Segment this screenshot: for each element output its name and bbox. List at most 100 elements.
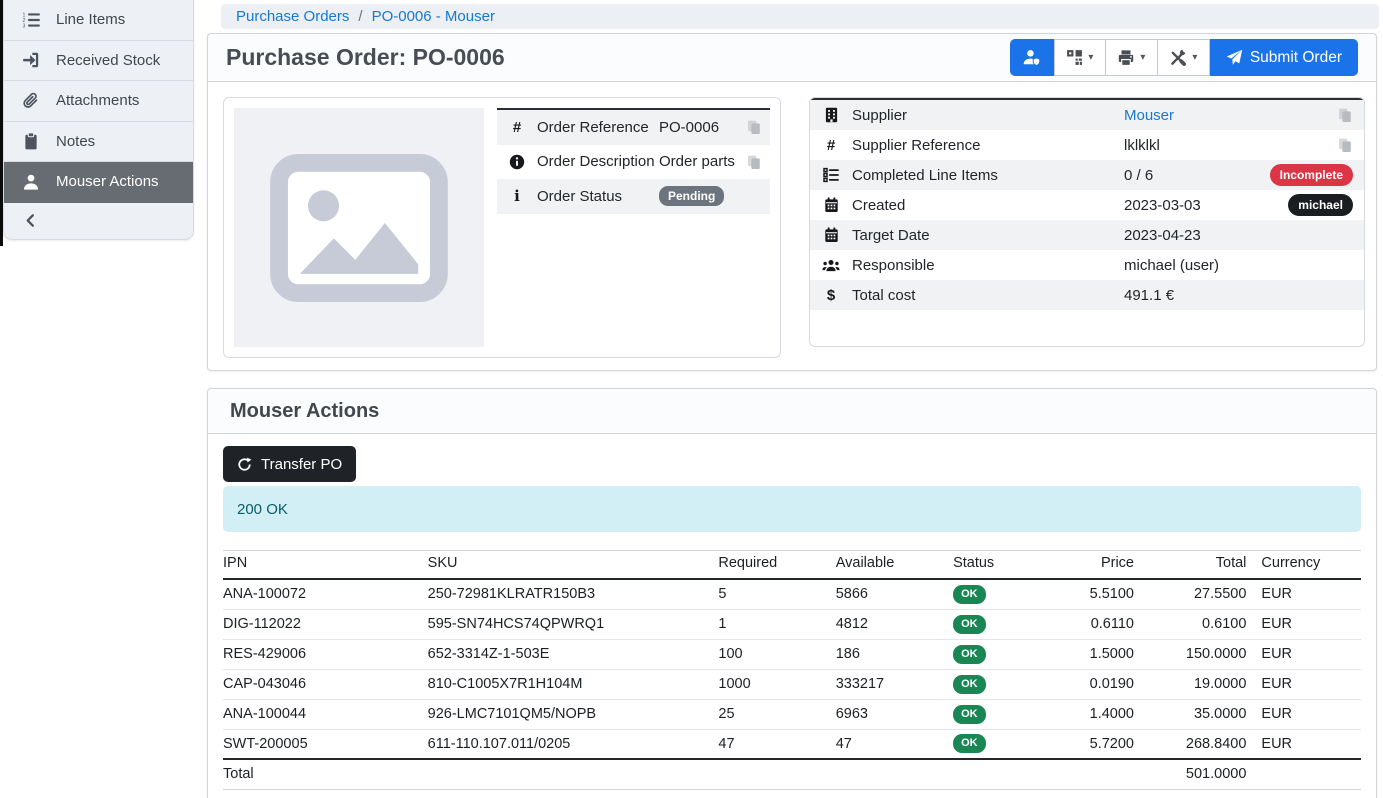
tools-icon	[1169, 49, 1187, 67]
supplier-details-table: Supplier Mouser # Supplier Reference lkl…	[810, 98, 1364, 310]
sidebar-item-received-stock[interactable]: Received Stock	[4, 41, 193, 82]
image-placeholder-icon	[270, 154, 448, 302]
rotate-right-icon	[237, 457, 252, 472]
user-roles-button[interactable]	[1010, 39, 1054, 76]
transfer-po-label: Transfer PO	[261, 456, 342, 473]
col-required: Required	[718, 551, 835, 580]
detail-row-total-cost: $ Total cost 491.1 €	[810, 280, 1364, 310]
detail-row-target-date: Target Date 2023-04-23	[810, 220, 1364, 250]
paperclip-icon	[21, 92, 41, 110]
user-shield-icon	[1022, 48, 1041, 67]
caret-down-icon: ▾	[1140, 53, 1145, 63]
sidebar-collapse-button[interactable]	[4, 203, 193, 239]
col-price: Price	[1043, 551, 1134, 580]
detail-row-order-status: i Order Status Pending	[497, 179, 770, 214]
incomplete-badge: Incomplete	[1270, 164, 1353, 186]
purchase-order-panel-header: Purchase Order: PO-0006 ▾ ▾	[208, 34, 1376, 82]
sidebar-item-attachments[interactable]: Attachments	[4, 81, 193, 122]
line-items-table: IPN SKU Required Available Status Price …	[223, 550, 1361, 790]
mouser-actions-panel: Mouser Actions Transfer PO 200 OK IPN SK…	[207, 388, 1377, 798]
col-status: Status	[953, 551, 1042, 580]
submit-order-button[interactable]: Submit Order	[1210, 39, 1358, 76]
part-thumbnail[interactable]	[234, 108, 484, 347]
col-total: Total	[1134, 551, 1246, 580]
order-actions-button[interactable]: ▾	[1158, 39, 1210, 76]
printer-icon	[1117, 49, 1135, 67]
detail-row-supplier-reference: # Supplier Reference lklklkl	[810, 130, 1364, 160]
sidebar-item-line-items[interactable]: 123 Line Items	[4, 0, 193, 41]
info-circle-icon	[497, 154, 537, 170]
status-badge: Pending	[659, 186, 724, 206]
table-row: ANA-100072 250-72981KLRATR150B3 5 5866 O…	[223, 579, 1361, 609]
clipboard-icon	[21, 132, 41, 150]
order-details-table: # Order Reference PO-0006 Order Descript…	[497, 108, 770, 214]
barcode-menu-button[interactable]: ▾	[1054, 39, 1106, 76]
supplier-details-box: Supplier Mouser # Supplier Reference lkl…	[809, 97, 1365, 347]
list-check-icon	[810, 167, 852, 183]
paper-plane-icon	[1226, 49, 1243, 66]
detail-row-order-reference: # Order Reference PO-0006	[497, 110, 770, 145]
breadcrumb-separator: /	[358, 8, 362, 25]
caret-down-icon: ▾	[1088, 53, 1093, 63]
purchase-order-panel: Purchase Order: PO-0006 ▾ ▾	[207, 33, 1377, 371]
detail-row-responsible: Responsible michael (user)	[810, 250, 1364, 280]
copy-icon[interactable]	[746, 119, 770, 135]
detail-row-supplier: Supplier Mouser	[810, 100, 1364, 130]
user-icon	[21, 173, 41, 191]
dollar-icon: $	[810, 287, 852, 304]
breadcrumb-link-current[interactable]: PO-0006 - Mouser	[372, 8, 495, 25]
col-available: Available	[836, 551, 953, 580]
print-menu-button[interactable]: ▾	[1106, 39, 1158, 76]
info-icon: i	[497, 187, 537, 205]
mouser-actions-header: Mouser Actions	[208, 389, 1376, 434]
breadcrumb: Purchase Orders / PO-0006 - Mouser	[221, 4, 1379, 29]
submit-order-label: Submit Order	[1250, 49, 1342, 67]
sidebar-item-notes[interactable]: Notes	[4, 122, 193, 163]
sidebar-item-label: Mouser Actions	[56, 173, 159, 190]
ok-status-badge: OK	[953, 705, 986, 724]
supplier-link[interactable]: Mouser	[1124, 107, 1174, 124]
list-ol-icon: 123	[21, 11, 41, 29]
ok-status-badge: OK	[953, 645, 986, 664]
breadcrumb-link-purchase-orders[interactable]: Purchase Orders	[236, 8, 349, 25]
page-title: Purchase Order: PO-0006	[226, 44, 505, 71]
table-row: SWT-200005 611-110.107.011/0205 47 47 OK…	[223, 729, 1361, 759]
sidebar-item-label: Notes	[56, 133, 95, 150]
order-details-box: # Order Reference PO-0006 Order Descript…	[223, 97, 781, 358]
copy-icon[interactable]	[746, 154, 770, 170]
svg-text:3: 3	[22, 23, 25, 29]
table-row: DIG-112022 595-SN74HCS74QPWRQ1 1 4812 OK…	[223, 609, 1361, 639]
caret-down-icon: ▾	[1192, 53, 1197, 63]
user-badge: michael	[1288, 194, 1353, 216]
ok-status-badge: OK	[953, 585, 986, 604]
sidebar-item-label: Line Items	[56, 11, 125, 28]
copy-icon[interactable]	[1337, 107, 1364, 123]
table-footer-row: Total 501.0000	[223, 759, 1361, 789]
table-header-row: IPN SKU Required Available Status Price …	[223, 551, 1361, 580]
hash-icon: #	[497, 119, 537, 136]
calendar-icon	[810, 227, 852, 243]
copy-icon[interactable]	[1337, 137, 1364, 153]
table-row: ANA-100044 926-LMC7101QM5/NOPB 25 6963 O…	[223, 699, 1361, 729]
building-icon	[810, 107, 852, 123]
col-sku: SKU	[428, 551, 719, 580]
footer-total-label: Total	[223, 759, 428, 789]
sidebar-item-label: Received Stock	[56, 52, 160, 69]
detail-row-created: Created 2023-03-03 michael	[810, 190, 1364, 220]
order-toolbar: ▾ ▾ ▾ Submit Order	[1010, 39, 1358, 76]
chevron-left-icon	[23, 213, 38, 228]
transfer-po-button[interactable]: Transfer PO	[223, 446, 356, 482]
table-row: RES-429006 652-3314Z-1-503E 100 186 OK 1…	[223, 639, 1361, 669]
detail-row-order-description: Order Description Order parts	[497, 145, 770, 180]
sidebar-item-mouser-actions[interactable]: Mouser Actions	[4, 162, 193, 203]
mouser-actions-body: Transfer PO 200 OK IPN SKU Required Avai…	[208, 434, 1376, 790]
users-icon	[810, 258, 852, 273]
sidebar-item-label: Attachments	[56, 92, 139, 109]
mouser-actions-title: Mouser Actions	[230, 400, 379, 423]
col-currency: Currency	[1246, 551, 1361, 580]
sign-in-icon	[21, 51, 41, 69]
ok-status-badge: OK	[953, 615, 986, 634]
hash-icon: #	[810, 137, 852, 154]
response-alert: 200 OK	[223, 486, 1361, 532]
table-row: CAP-043046 810-C1005X7R1H104M 1000 33321…	[223, 669, 1361, 699]
